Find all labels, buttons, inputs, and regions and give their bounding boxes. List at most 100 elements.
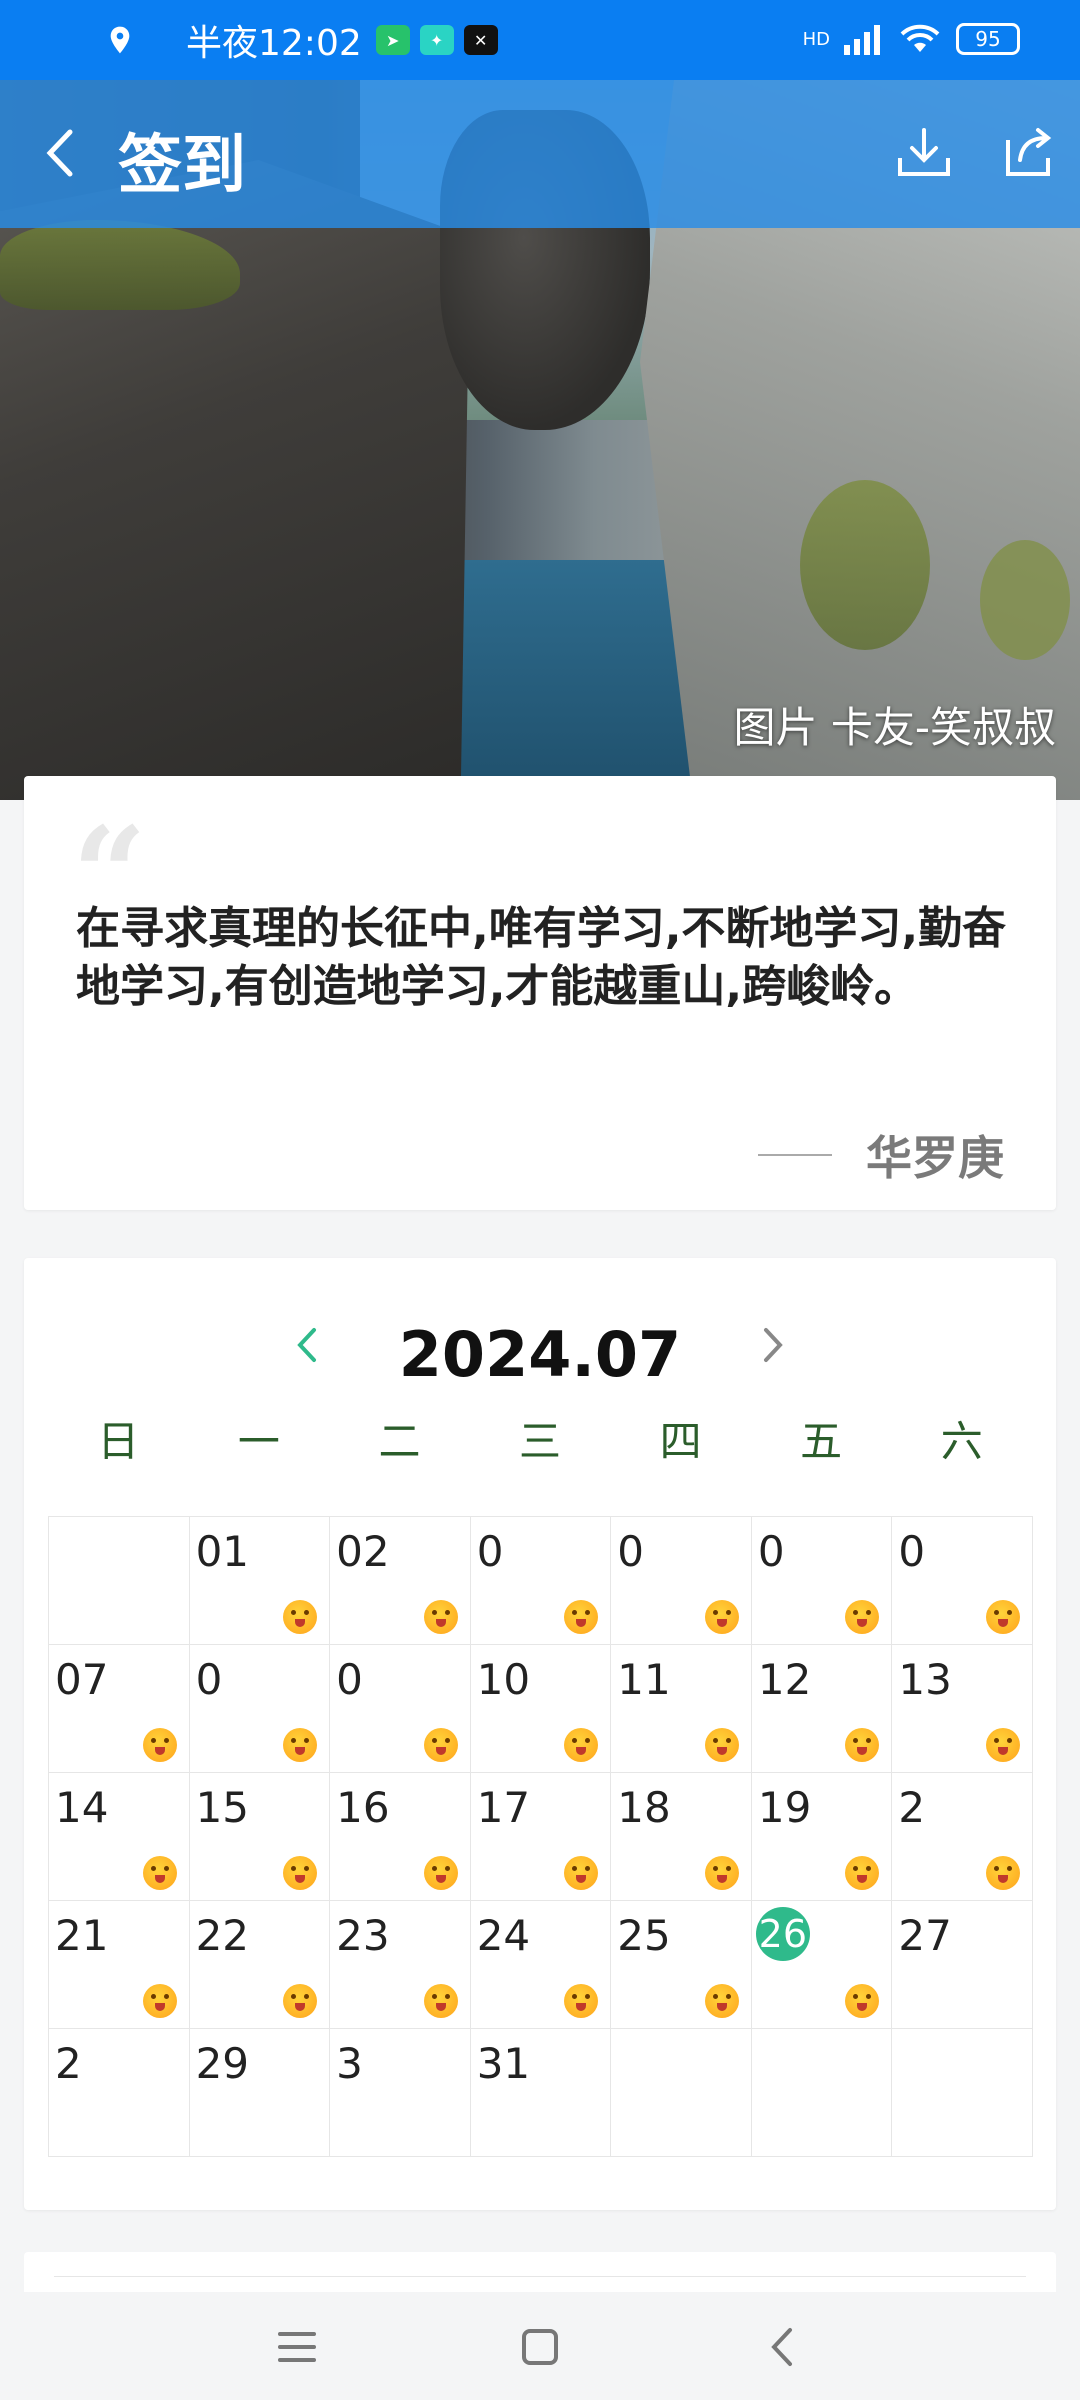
chevron-left-icon[interactable]	[28, 118, 98, 188]
share-icon[interactable]	[996, 120, 1060, 184]
checkin-emoji-icon	[704, 1728, 739, 1762]
next-month-icon[interactable]	[750, 1320, 794, 1370]
quote-author-name: 华罗庚	[866, 1131, 1004, 1185]
calendar-day[interactable]: 24	[470, 1901, 612, 2029]
calendar-header: 2024.07	[24, 1296, 1056, 1396]
back-icon[interactable]	[756, 2320, 810, 2374]
day-number: 27	[898, 1911, 952, 1960]
checkin-emoji-icon	[564, 1728, 599, 1762]
app-icon: ✦	[419, 25, 454, 55]
calendar-day[interactable]: 26	[751, 1901, 893, 2029]
calendar-day[interactable]	[892, 2029, 1033, 2157]
calendar-day[interactable]: 2	[892, 1773, 1033, 1901]
day-number: 0	[757, 1527, 785, 1576]
calendar-day[interactable]: 16	[330, 1773, 471, 1901]
checkin-emoji-icon	[283, 1984, 318, 2018]
calendar-day[interactable]: 17	[470, 1773, 612, 1901]
day-number: 2	[898, 1783, 926, 1832]
status-bar: 半夜12:02 ➤ ✦ ✕ HD 95	[0, 0, 1080, 80]
calendar-day[interactable]: 3	[330, 2029, 471, 2157]
calendar-month: 2024.07	[398, 1318, 682, 1391]
capcut-icon: ✕	[463, 25, 498, 55]
checkin-emoji-icon	[845, 1600, 880, 1634]
calendar-day[interactable]: 0	[892, 1517, 1033, 1645]
calendar-day[interactable]: 02	[330, 1517, 471, 1645]
calendar-day[interactable]	[49, 1517, 190, 1645]
calendar-day[interactable]: 13	[892, 1645, 1033, 1773]
day-number: 0	[898, 1527, 926, 1576]
download-icon[interactable]	[892, 120, 956, 184]
day-number: 07	[55, 1655, 109, 1704]
checkin-emoji-icon	[283, 1728, 318, 1762]
app-header: 签到	[0, 80, 1080, 228]
calendar-day[interactable]: 0	[189, 1645, 331, 1773]
calendar-day[interactable]: 0	[470, 1517, 612, 1645]
calendar-day[interactable]: 25	[611, 1901, 752, 2029]
checkin-emoji-icon	[283, 1600, 318, 1634]
battery-indicator: 95	[956, 23, 1020, 55]
day-number: 0	[476, 1527, 504, 1576]
menu-icon[interactable]	[270, 2320, 324, 2374]
calendar-day[interactable]: 23	[330, 1901, 471, 2029]
quote-card: “ 在寻求真理的长征中,唯有学习,不断地学习,勤奋地学习,有创造地学习,才能越重…	[24, 776, 1056, 1210]
system-nav-bar	[0, 2292, 1080, 2400]
divider	[54, 2276, 1026, 2277]
weekday-label: 五	[800, 1417, 843, 1466]
quote-author: 华罗庚	[758, 1122, 1004, 1188]
checkin-emoji-icon	[142, 1984, 177, 2018]
next-card-peek	[24, 2252, 1056, 2292]
calendar-day[interactable]: 12	[751, 1645, 893, 1773]
calendar-day[interactable]: 18	[611, 1773, 752, 1901]
home-icon[interactable]	[513, 2320, 567, 2374]
checkin-emoji-icon	[564, 1856, 599, 1890]
calendar-day[interactable]: 11	[611, 1645, 752, 1773]
calendar-card: 2024.07 日 一 二 三 四 五 六 01 02 0 0 0 0 07 0 0 10 11 12…	[24, 1258, 1056, 2210]
checkin-emoji-icon	[704, 1856, 739, 1890]
checkin-emoji-icon	[845, 1728, 880, 1762]
send-icon: ➤	[375, 25, 410, 55]
weekday-label: 日	[97, 1417, 140, 1466]
calendar-day[interactable]: 22	[189, 1901, 331, 2029]
status-time: 半夜12:02	[186, 23, 362, 64]
calendar-day[interactable]	[611, 2029, 752, 2157]
checkin-emoji-icon	[423, 1728, 458, 1762]
day-number: 24	[476, 1911, 531, 1960]
checkin-emoji-icon	[845, 1984, 880, 2018]
checkin-emoji-icon	[283, 1856, 318, 1890]
calendar-day[interactable]: 31	[470, 2029, 612, 2157]
calendar-day[interactable]: 21	[49, 1901, 190, 2029]
weekday-label: 一	[237, 1417, 280, 1466]
calendar-day[interactable]: 19	[751, 1773, 893, 1901]
calendar-day[interactable]	[751, 2029, 893, 2157]
weekday-label: 三	[519, 1417, 562, 1466]
day-number: 23	[336, 1911, 390, 1960]
checkin-emoji-icon	[423, 1600, 458, 1634]
calendar-day[interactable]: 0	[330, 1645, 471, 1773]
day-number: 16	[336, 1783, 390, 1832]
checkin-emoji-icon	[985, 1600, 1020, 1634]
calendar-day[interactable]: 2	[49, 2029, 190, 2157]
calendar-day[interactable]: 10	[470, 1645, 612, 1773]
weekday-label: 二	[378, 1417, 421, 1466]
day-number: 0	[336, 1655, 363, 1704]
day-number: 29	[195, 2039, 250, 2088]
calendar-day[interactable]: 29	[189, 2029, 331, 2157]
calendar-day[interactable]: 14	[49, 1773, 190, 1901]
calendar-day[interactable]: 01	[189, 1517, 331, 1645]
network-type: HD	[802, 28, 830, 50]
calendar-day[interactable]: 07	[49, 1645, 190, 1773]
day-number: 14	[55, 1783, 109, 1832]
weekday-label: 四	[659, 1417, 702, 1466]
checkin-emoji-icon	[142, 1856, 177, 1890]
day-number: 0	[195, 1655, 223, 1704]
calendar-day[interactable]: 27	[892, 1901, 1033, 2029]
day-number: 2	[55, 2039, 82, 2088]
signal-icon	[844, 25, 880, 55]
checkin-emoji-icon	[564, 1600, 599, 1634]
calendar-day[interactable]: 15	[189, 1773, 331, 1901]
calendar-day[interactable]: 0	[611, 1517, 752, 1645]
calendar-day[interactable]: 0	[751, 1517, 893, 1645]
day-number: 18	[617, 1783, 671, 1832]
day-number: 12	[757, 1655, 812, 1704]
today-badge: 26	[755, 1907, 810, 1961]
